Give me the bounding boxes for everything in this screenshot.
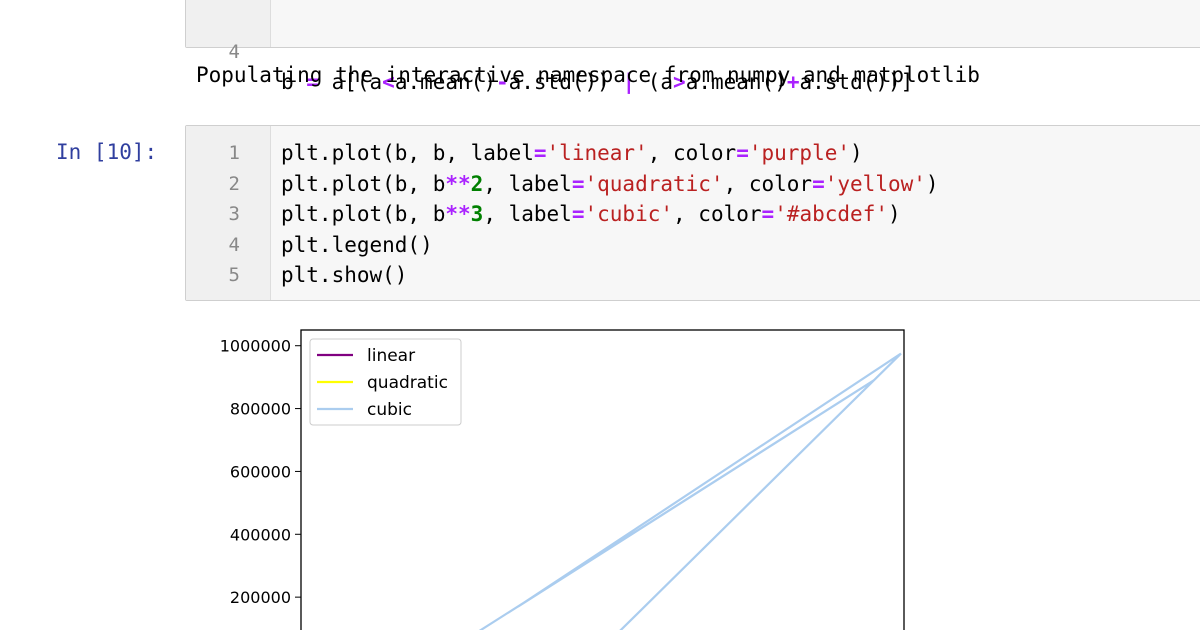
- code-token: =: [736, 141, 749, 165]
- code-token: plt.plot(b, b, label: [281, 141, 534, 165]
- code-line: 3 plt.plot(b, b**3, label='cubic', color=…: [186, 199, 1200, 229]
- code-line: 4 b = a[(a<a.mean()-a.std()) | (a>a.mean…: [186, 7, 1200, 94]
- input-prompt: In [10]:: [56, 140, 158, 164]
- code-text: plt.plot(b, b, label='linear', color='pu…: [281, 138, 863, 168]
- code-text: plt.legend(): [281, 230, 433, 260]
- cell-output-text: Populating the interactive namespace fro…: [196, 63, 980, 87]
- code-token: =: [571, 171, 585, 196]
- code-token: 'linear': [546, 141, 648, 165]
- code-token: ): [887, 202, 901, 226]
- code-cell-main[interactable]: 1 plt.plot(b, b, label='linear', color='p…: [185, 125, 1200, 301]
- code-token: plt.plot(b, b: [281, 171, 446, 196]
- line-number: 5: [228, 264, 240, 286]
- code-token: =: [812, 171, 825, 196]
- code-token: =: [761, 202, 775, 226]
- code-token: ): [850, 141, 863, 165]
- code-token: , color: [673, 202, 762, 226]
- line-number: 3: [228, 203, 240, 225]
- code-token: 'cubic': [584, 202, 674, 226]
- code-token: plt.plot(b, b: [281, 202, 446, 226]
- code-token: ): [925, 171, 939, 196]
- code-token: =: [533, 141, 547, 165]
- y-tick-label: 1000000: [220, 337, 291, 356]
- code-text: plt.show(): [281, 260, 407, 290]
- code-token: , color: [723, 171, 813, 196]
- code-token: '#abcdef': [774, 202, 888, 226]
- code-text: plt.plot(b, b**3, label='cubic', color='…: [281, 199, 901, 229]
- code-token: , label: [483, 171, 572, 196]
- code-line: 2 plt.plot(b, b**2, label='quadratic', co…: [186, 169, 1200, 199]
- code-token: 'yellow': [824, 171, 926, 196]
- code-token: 2: [470, 171, 484, 196]
- legend-label-quadratic: quadratic: [367, 373, 448, 393]
- code-cell-top[interactable]: 4 b = a[(a<a.mean()-a.std()) | (a>a.mean…: [185, 0, 1200, 94]
- code-text: plt.plot(b, b**2, label='quadratic', col…: [281, 169, 939, 199]
- legend-label-linear: linear: [367, 346, 415, 366]
- code-token: , label: [483, 202, 572, 226]
- code-token: 3: [470, 202, 484, 226]
- y-tick-label: 800000: [230, 400, 291, 419]
- code-token: 'quadratic': [584, 171, 724, 196]
- code-token: 'purple': [748, 141, 851, 165]
- code-token: plt.show(): [281, 263, 408, 287]
- code-line: 4 plt.legend(): [186, 230, 1200, 260]
- line-chart: 200000 400000 600000 800000 1000000 linear qu…: [220, 329, 905, 630]
- code-line: 1 plt.plot(b, b, label='linear', color='p…: [186, 138, 1200, 168]
- y-tick-label: 200000: [230, 588, 291, 607]
- y-tick-label: 600000: [230, 462, 291, 481]
- line-number: 4: [228, 233, 240, 256]
- code-line: 5 plt.show(): [186, 260, 1200, 290]
- code-token: =: [571, 202, 585, 226]
- code-token: , color: [647, 141, 737, 165]
- line-number: 1: [228, 142, 240, 164]
- code-token: **: [445, 171, 471, 196]
- code-token: plt.legend(): [281, 232, 433, 257]
- legend-label-cubic: cubic: [367, 400, 412, 420]
- code-token: **: [445, 202, 471, 226]
- y-tick-label: 400000: [230, 525, 291, 544]
- line-number: 2: [228, 172, 240, 195]
- notebook-page: 4 b = a[(a<a.mean()-a.std()) | (a>a.mean…: [0, 0, 1200, 630]
